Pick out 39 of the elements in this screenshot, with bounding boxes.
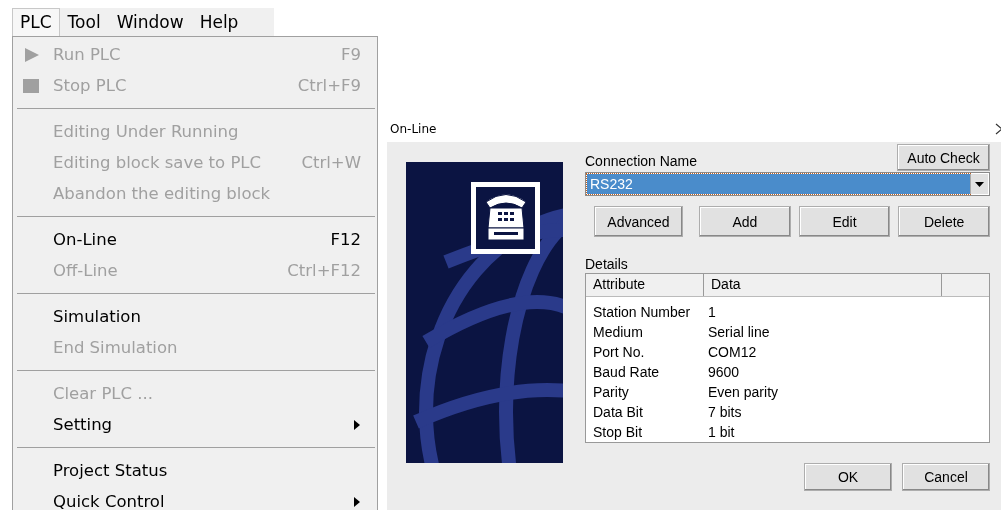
table-cell-text: 1 (707, 304, 716, 320)
table-cell-text: Stop Bit (592, 424, 644, 440)
connection-name-label: Connection Name (585, 153, 698, 171)
menu-item[interactable]: Simulation (15, 301, 375, 332)
menu-bar-item[interactable]: Help (191, 8, 247, 36)
table-cell-text: Even parity (707, 384, 779, 400)
menu-item[interactable]: Quick Control (15, 486, 375, 510)
action-button[interactable]: Add (699, 206, 791, 237)
dropdown-arrow-icon (975, 181, 984, 187)
menu-item[interactable]: Setting (15, 409, 375, 440)
table-cell-text: Serial line (707, 324, 770, 340)
table-cell-text: Medium (592, 324, 644, 340)
action-button[interactable]: Edit (798, 206, 891, 237)
table-cell-text: 9600 (707, 364, 740, 380)
table-cell-text: Baud Rate (592, 364, 661, 380)
details-label: Details (585, 256, 629, 272)
action-button[interactable]: Advanced (594, 206, 683, 237)
action-button[interactable]: Delete (898, 206, 990, 237)
column-header[interactable]: Attribute (586, 274, 704, 296)
window-title: On-Line (390, 121, 437, 136)
menu-bar-item[interactable]: Window (108, 8, 192, 36)
table-cell-text: Data Bit (592, 404, 644, 420)
submenu-arrow-icon (353, 495, 361, 508)
auto-check-button[interactable]: Auto Check (897, 144, 990, 171)
table-cell-text: 7 bits (707, 404, 742, 420)
table-cell-text: COM12 (707, 344, 757, 360)
menu-bar-item[interactable]: Tool (59, 8, 109, 36)
menu-item[interactable]: Project Status (15, 455, 375, 486)
table-cell-text: Port No. (592, 344, 646, 360)
menu-bar-item[interactable]: PLC (12, 8, 60, 36)
table-cell-text: 1 bit (707, 424, 735, 440)
menu-item[interactable]: On-Line F12 (15, 224, 375, 255)
table-cell-text: Station Number (592, 304, 692, 320)
table-cell-text: Parity (592, 384, 630, 400)
dialog-button[interactable]: Cancel (902, 463, 990, 491)
column-header[interactable]: Data (704, 274, 942, 296)
dialog-button[interactable]: OK (804, 463, 892, 491)
submenu-arrow-icon (353, 418, 361, 431)
connection-name-dropdown[interactable]: RS232 (585, 172, 990, 196)
